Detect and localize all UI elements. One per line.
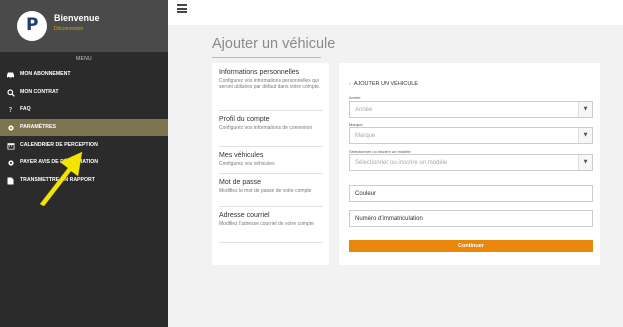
make-select[interactable]: Marque ▼ xyxy=(349,127,593,144)
account-menu-item-personal-info[interactable]: Informations personnelles Configurez vos… xyxy=(219,69,323,111)
back-link[interactable]: ‹ AJOUTER UN VÉHICULE xyxy=(349,81,418,87)
car-icon xyxy=(6,70,15,79)
account-menu-item-desc: Configurez vos informations personnelles… xyxy=(219,78,321,90)
top-bar xyxy=(168,0,623,25)
search-icon xyxy=(6,88,15,97)
year-select-value: Année xyxy=(355,107,373,113)
account-menu-item-desc: Configurez vos véhicules xyxy=(219,161,275,167)
year-select[interactable]: Année ▼ xyxy=(349,101,593,118)
brand-header: P Bienvenue Déconnexion xyxy=(0,0,168,52)
hamburger-menu-icon[interactable] xyxy=(177,4,187,13)
sidebar-item-label: MON ABONNEMENT xyxy=(20,71,71,77)
account-menu-item-desc: Modifiez le mot de passe de votre compte xyxy=(219,188,312,194)
account-menu-item-profile[interactable]: Profil du compte Configurez vos informat… xyxy=(219,111,323,147)
sidebar-item-settings[interactable]: PARAMÈTRES xyxy=(0,119,168,136)
add-vehicle-form: ‹ AJOUTER UN VÉHICULE Année Année ▼ Marqu… xyxy=(339,63,600,265)
sidebar-item-contract[interactable]: MON CONTRAT xyxy=(0,84,168,101)
sidebar-item-faq[interactable]: ? FAQ xyxy=(0,101,168,118)
account-menu: Informations personnelles Configurez vos… xyxy=(212,63,329,265)
back-link-label: AJOUTER UN VÉHICULE xyxy=(353,81,419,87)
account-menu-item-title: Profil du compte xyxy=(219,116,270,123)
sidebar-item-report[interactable]: TRANSMETTRE UN RAPPORT xyxy=(0,172,168,189)
account-menu-item-desc: Configurez vos informations de connexion xyxy=(219,125,313,131)
sidebar-item-calendar[interactable]: CALENDRIER DE PERCEPTION xyxy=(0,137,168,154)
sidebar-item-label: FAQ xyxy=(20,106,31,112)
logout-link[interactable]: Déconnexion xyxy=(54,26,83,32)
color-field-placeholder: Couleur xyxy=(355,191,377,197)
sidebar-item-label: CALENDRIER DE PERCEPTION xyxy=(20,142,98,148)
year-label: Année xyxy=(349,95,361,100)
document-icon xyxy=(6,176,15,185)
gear-icon xyxy=(6,123,15,132)
plate-number-field[interactable]: Numéro d'immatriculation xyxy=(349,210,593,227)
logo: P xyxy=(17,11,47,41)
sidebar-item-label: MON CONTRAT xyxy=(20,89,59,95)
sidebar: P Bienvenue Déconnexion MENU MON ABONNEM… xyxy=(0,0,168,327)
sidebar-item-label: PARAMÈTRES xyxy=(20,124,56,130)
caret-down-icon: ▼ xyxy=(578,102,592,117)
caret-down-icon: ▼ xyxy=(578,155,592,170)
color-field[interactable]: Couleur xyxy=(349,185,593,202)
sidebar-item-subscription[interactable]: MON ABONNEMENT xyxy=(0,66,168,83)
pointer-arrow-icon xyxy=(39,151,83,206)
account-menu-item-title: Mot de passe xyxy=(219,179,262,186)
make-select-value: Marque xyxy=(355,133,376,139)
account-menu-item-title: Adresse courriel xyxy=(219,212,270,219)
gear-icon xyxy=(6,158,15,167)
calendar-icon xyxy=(6,141,15,150)
model-select[interactable]: Sélectionner ou inscrire un modèle ▼ xyxy=(349,154,593,171)
account-menu-item-title: Mes véhicules xyxy=(219,152,264,159)
question-icon: ? xyxy=(8,105,13,114)
account-menu-item-vehicles[interactable]: Mes véhicules Configurez vos véhicules xyxy=(219,147,323,174)
title-divider xyxy=(212,57,321,58)
caret-down-icon: ▼ xyxy=(578,128,592,143)
continue-button[interactable]: Continuer xyxy=(349,240,593,252)
account-menu-item-title: Informations personnelles xyxy=(219,69,300,76)
menu-heading: MENU xyxy=(76,56,92,62)
account-menu-item-password[interactable]: Mot de passe Modifiez le mot de passe de… xyxy=(219,174,323,207)
welcome-text: Bienvenue xyxy=(54,13,100,23)
page-title: Ajouter un véhicule xyxy=(212,36,336,52)
account-menu-item-desc: Modifiez l'adresse courriel de votre com… xyxy=(219,221,314,227)
model-select-value: Sélectionner ou inscrire un modèle xyxy=(355,160,448,166)
account-menu-item-email[interactable]: Adresse courriel Modifiez l'adresse cour… xyxy=(219,207,323,243)
sidebar-item-pay-claim[interactable]: PAYER AVIS DE RÉCLAMATION xyxy=(0,154,168,171)
plate-number-field-placeholder: Numéro d'immatriculation xyxy=(355,216,423,222)
chevron-left-icon: ‹ xyxy=(349,81,351,87)
